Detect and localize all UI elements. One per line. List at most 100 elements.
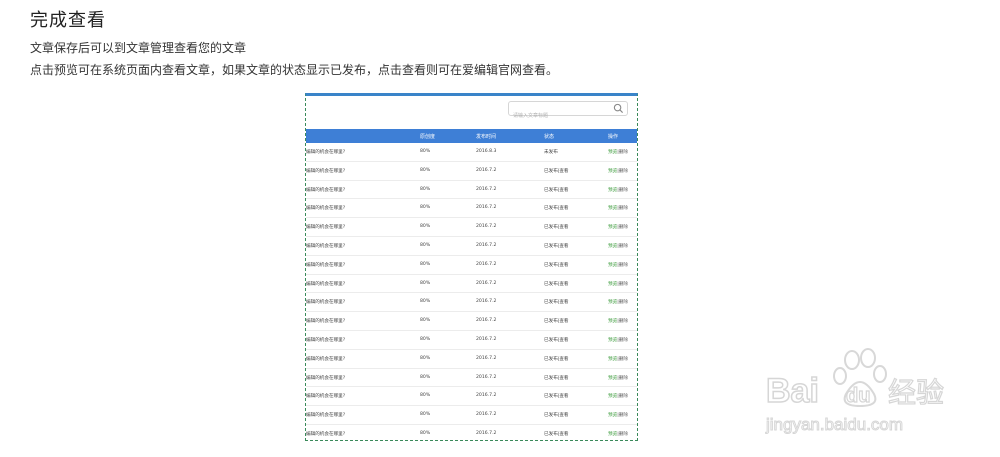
row-title[interactable]: 编辑的机会在哪里?: [306, 187, 345, 193]
row-status[interactable]: 已发布|查看: [544, 205, 569, 211]
row-title[interactable]: 编辑的机会在哪里?: [306, 318, 345, 324]
preview-link[interactable]: 预览: [608, 188, 617, 193]
watermark-bai: Bai: [766, 372, 819, 410]
table-row: 编辑的机会在哪里? 80% 2016.7.2 已发布|查看 预览|删除: [306, 293, 637, 313]
preview-link[interactable]: 预览: [608, 357, 617, 362]
row-actions: 预览|删除: [608, 375, 628, 381]
row-status[interactable]: 已发布|查看: [544, 356, 569, 362]
row-actions: 预览|删除: [608, 262, 628, 268]
row-actions: 预览|删除: [608, 318, 628, 324]
table-row: 编辑的机会在哪里? 80% 2016.7.2 已发布|查看 预览|删除: [306, 406, 637, 425]
row-status[interactable]: 已发布|查看: [544, 375, 569, 381]
row-originality: 80%: [420, 242, 431, 248]
delete-link[interactable]: 删除: [619, 263, 628, 268]
delete-link[interactable]: 删除: [619, 150, 628, 155]
preview-link[interactable]: 预览: [608, 319, 617, 324]
search-input[interactable]: [509, 109, 608, 123]
row-title[interactable]: 编辑的机会在哪里?: [306, 393, 345, 399]
row-publish-time: 2016.7.2: [476, 336, 497, 342]
row-originality: 80%: [420, 412, 431, 418]
delete-link[interactable]: 删除: [619, 282, 628, 287]
row-actions: 预览|删除: [608, 281, 628, 287]
preview-link[interactable]: 预览: [608, 169, 617, 174]
table-row: 编辑的机会在哪里? 80% 2016.7.2 已发布|查看 预览|删除: [306, 387, 637, 407]
table-row: 编辑的机会在哪里? 80% 2016.7.2 已发布|查看 预览|删除: [306, 162, 637, 181]
row-status[interactable]: 已发布|查看: [544, 318, 569, 324]
row-status[interactable]: 未发布: [544, 149, 558, 155]
row-publish-time: 2016.7.2: [476, 224, 497, 230]
preview-link[interactable]: 预览: [608, 432, 617, 437]
row-originality: 80%: [420, 205, 431, 211]
preview-link[interactable]: 预览: [608, 282, 617, 287]
search-box[interactable]: [508, 101, 628, 123]
row-actions: 预览|删除: [608, 224, 628, 230]
row-title[interactable]: 编辑的机会在哪里?: [306, 224, 345, 230]
table-row: 编辑的机会在哪里? 80% 2016.7.2 已发布|查看 预览|删除: [306, 331, 637, 350]
search-icon[interactable]: [613, 103, 624, 114]
row-actions: 预览|删除: [608, 412, 628, 418]
row-title[interactable]: 编辑的机会在哪里?: [306, 431, 345, 437]
row-status[interactable]: 已发布|查看: [544, 281, 569, 287]
preview-link[interactable]: 预览: [608, 206, 617, 211]
delete-link[interactable]: 删除: [619, 376, 628, 381]
row-title[interactable]: 编辑的机会在哪里?: [306, 337, 345, 343]
table-header: 原创度 发布时间 状态 操作: [306, 129, 637, 143]
row-title[interactable]: 编辑的机会在哪里?: [306, 356, 345, 362]
row-originality: 80%: [420, 318, 431, 324]
row-title[interactable]: 编辑的机会在哪里?: [306, 243, 345, 249]
row-originality: 80%: [420, 336, 431, 342]
delete-link[interactable]: 删除: [619, 319, 628, 324]
row-title[interactable]: 编辑的机会在哪里?: [306, 205, 345, 211]
row-status[interactable]: 已发布|查看: [544, 412, 569, 418]
row-publish-time: 2016.7.2: [476, 167, 497, 173]
col-header-actions: 操作: [608, 134, 619, 140]
delete-link[interactable]: 删除: [619, 357, 628, 362]
row-publish-time: 2016.7.2: [476, 280, 497, 286]
row-publish-time: 2016.7.2: [476, 299, 497, 305]
row-status[interactable]: 已发布|查看: [544, 337, 569, 343]
row-title[interactable]: 编辑的机会在哪里?: [306, 168, 345, 174]
delete-link[interactable]: 删除: [619, 225, 628, 230]
preview-link[interactable]: 预览: [608, 394, 617, 399]
preview-link[interactable]: 预览: [608, 338, 617, 343]
delete-link[interactable]: 删除: [619, 169, 628, 174]
col-header-publish-time: 发布时间: [476, 134, 497, 140]
row-status[interactable]: 已发布|查看: [544, 393, 569, 399]
delete-link[interactable]: 删除: [619, 338, 628, 343]
delete-link[interactable]: 删除: [619, 300, 628, 305]
preview-link[interactable]: 预览: [608, 244, 617, 249]
row-status[interactable]: 已发布|查看: [544, 431, 569, 437]
row-title[interactable]: 编辑的机会在哪里?: [306, 375, 345, 381]
preview-link[interactable]: 预览: [608, 300, 617, 305]
preview-link[interactable]: 预览: [608, 150, 617, 155]
row-status[interactable]: 已发布|查看: [544, 262, 569, 268]
preview-link[interactable]: 预览: [608, 376, 617, 381]
delete-link[interactable]: 删除: [619, 413, 628, 418]
table-row: 编辑的机会在哪里? 80% 2016.7.2 已发布|查看 预览|删除: [306, 275, 637, 294]
delete-link[interactable]: 删除: [619, 432, 628, 437]
row-originality: 80%: [420, 224, 431, 230]
row-publish-time: 2016.7.2: [476, 430, 497, 436]
delete-link[interactable]: 删除: [619, 394, 628, 399]
delete-link[interactable]: 删除: [619, 188, 628, 193]
preview-link[interactable]: 预览: [608, 413, 617, 418]
delete-link[interactable]: 删除: [619, 206, 628, 211]
row-title[interactable]: 编辑的机会在哪里?: [306, 412, 345, 418]
table-row: 编辑的机会在哪里? 80% 2016.8.3 未发布 预览|删除: [306, 143, 637, 162]
table-row: 编辑的机会在哪里? 80% 2016.7.2 已发布|查看 预览|删除: [306, 237, 637, 256]
preview-link[interactable]: 预览: [608, 225, 617, 230]
row-title[interactable]: 编辑的机会在哪里?: [306, 262, 345, 268]
row-status[interactable]: 已发布|查看: [544, 224, 569, 230]
row-title[interactable]: 编辑的机会在哪里?: [306, 299, 345, 305]
row-status[interactable]: 已发布|查看: [544, 299, 569, 305]
watermark-du: du: [846, 385, 870, 407]
delete-link[interactable]: 删除: [619, 244, 628, 249]
row-originality: 80%: [420, 430, 431, 436]
row-actions: 预览|删除: [608, 337, 628, 343]
row-status[interactable]: 已发布|查看: [544, 168, 569, 174]
row-title[interactable]: 编辑的机会在哪里?: [306, 149, 345, 155]
row-title[interactable]: 编辑的机会在哪里?: [306, 281, 345, 287]
row-status[interactable]: 已发布|查看: [544, 243, 569, 249]
row-status[interactable]: 已发布|查看: [544, 187, 569, 193]
preview-link[interactable]: 预览: [608, 263, 617, 268]
